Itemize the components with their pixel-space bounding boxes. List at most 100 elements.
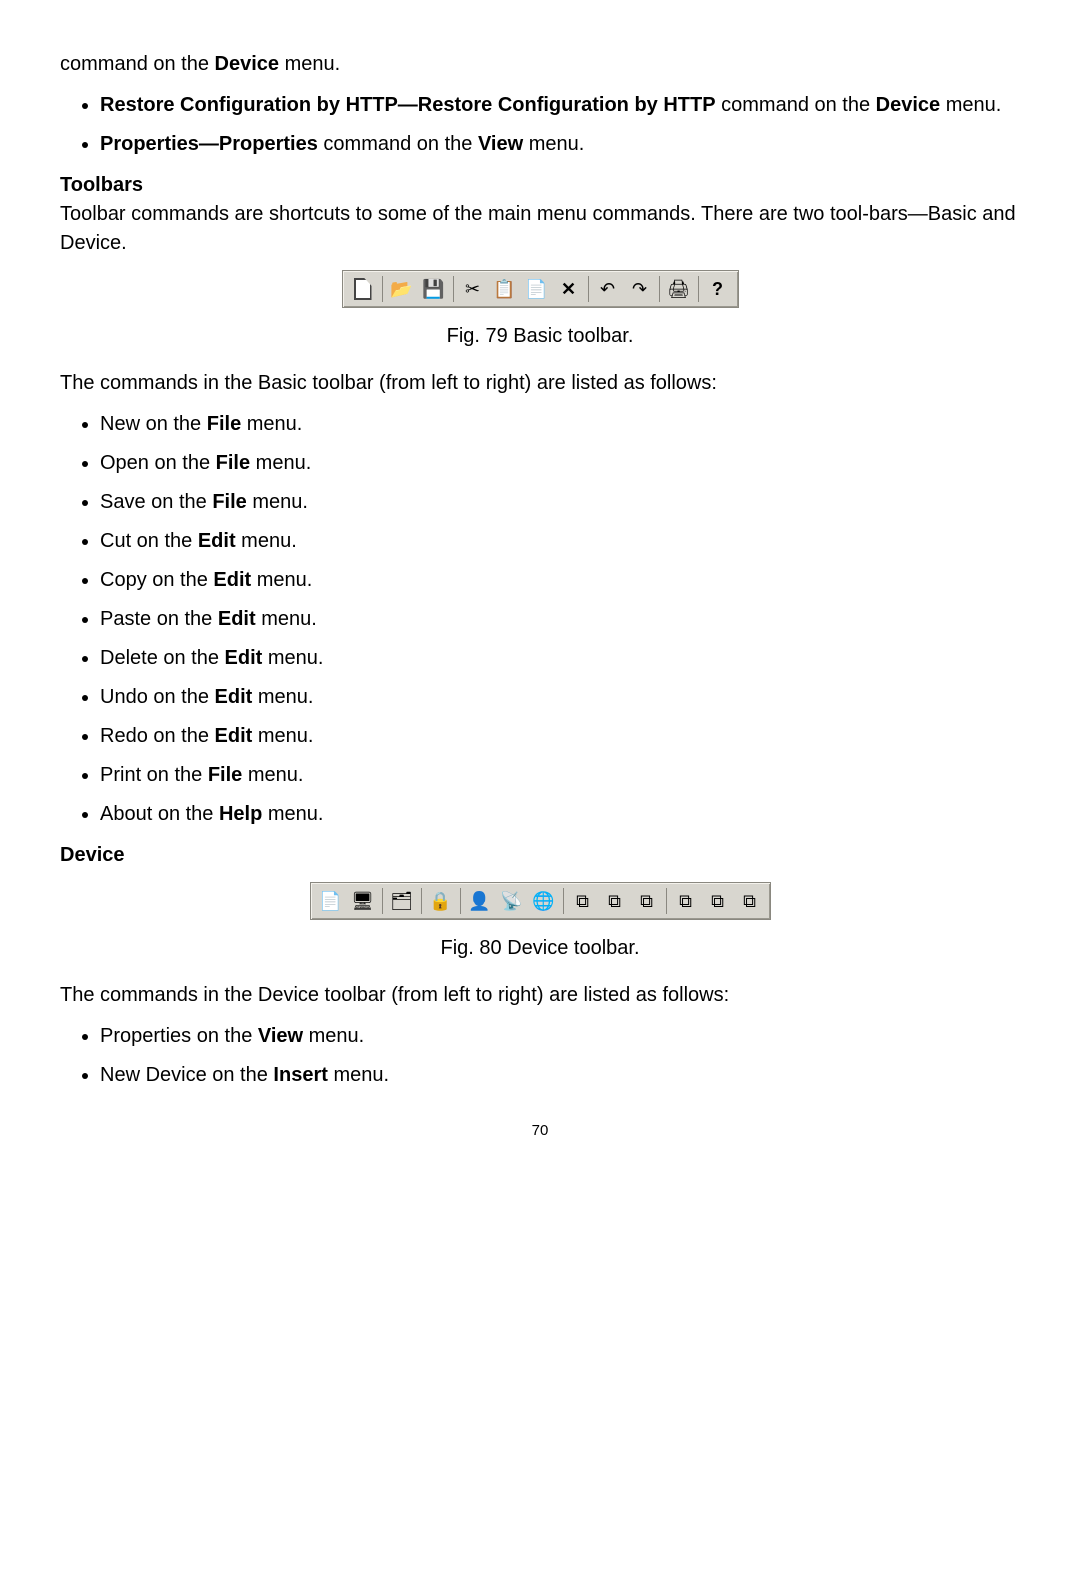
text: About on the <box>100 803 219 825</box>
text: command on the <box>716 94 876 116</box>
basic-toolbar-figure <box>60 270 1020 308</box>
separator <box>453 276 454 302</box>
device-config-icon[interactable] <box>568 886 598 916</box>
list-item: New on the File menu. <box>100 410 1020 439</box>
list-item: Redo on the Edit menu. <box>100 722 1020 751</box>
text: New on the <box>100 413 207 435</box>
basic-toolbar <box>342 270 739 308</box>
list-item: Delete on the Edit menu. <box>100 644 1020 673</box>
command-name: Properties—Properties <box>100 133 318 155</box>
text: Properties on the <box>100 1025 258 1047</box>
device-heading: Device <box>60 841 1020 870</box>
menu-name: Insert <box>273 1064 327 1086</box>
device-toolbar <box>310 882 771 920</box>
lock-icon[interactable] <box>426 886 456 916</box>
device-config-icon[interactable] <box>735 886 765 916</box>
text: Print on the <box>100 764 208 786</box>
page-number: 70 <box>60 1120 1020 1142</box>
delete-icon[interactable] <box>554 274 584 304</box>
device-toolbar-figure <box>60 882 1020 920</box>
text: Delete on the <box>100 647 225 669</box>
toolbars-intro: Toolbar commands are shortcuts to some o… <box>60 203 1016 254</box>
menu-name: Edit <box>198 530 236 552</box>
network-icon[interactable] <box>529 886 559 916</box>
connection-icon[interactable] <box>497 886 527 916</box>
text: Save on the <box>100 491 212 513</box>
menu-name: File <box>212 491 246 513</box>
list-item: Print on the File menu. <box>100 761 1020 790</box>
separator <box>698 276 699 302</box>
text: menu. <box>236 530 297 552</box>
text: menu. <box>940 94 1001 116</box>
menu-name: Edit <box>213 569 251 591</box>
text: menu. <box>256 608 317 630</box>
basic-intro: The commands in the Basic toolbar (from … <box>60 369 1020 398</box>
separator <box>382 276 383 302</box>
menu-name: Edit <box>225 647 263 669</box>
text: Undo on the <box>100 686 215 708</box>
separator <box>563 888 564 914</box>
menu-name: Edit <box>215 725 253 747</box>
text: New Device on the <box>100 1064 273 1086</box>
heading-text: Device <box>60 844 125 866</box>
list-item: Save on the File menu. <box>100 488 1020 517</box>
cut-icon[interactable] <box>458 274 488 304</box>
separator <box>588 276 589 302</box>
text: menu. <box>250 452 311 474</box>
text: Redo on the <box>100 725 215 747</box>
menu-name: Edit <box>218 608 256 630</box>
copy-icon[interactable] <box>490 274 520 304</box>
device-toolbar-list: Properties on the View menu. New Device … <box>60 1022 1020 1090</box>
figure-caption: Fig. 80 Device toolbar. <box>60 934 1020 963</box>
open-icon[interactable] <box>387 274 417 304</box>
text: command on the <box>60 53 215 75</box>
text: Copy on the <box>100 569 213 591</box>
menu-name: Device <box>876 94 941 116</box>
list-item: Cut on the Edit menu. <box>100 527 1020 556</box>
save-icon[interactable] <box>419 274 449 304</box>
help-icon[interactable] <box>703 274 733 304</box>
properties-icon[interactable] <box>316 886 346 916</box>
list-item: Copy on the Edit menu. <box>100 566 1020 595</box>
text: menu. <box>247 491 308 513</box>
separator <box>382 888 383 914</box>
text: menu. <box>252 686 313 708</box>
text: Paste on the <box>100 608 218 630</box>
menu-name: File <box>208 764 242 786</box>
toolbars-heading: Toolbars Toolbar commands are shortcuts … <box>60 171 1020 258</box>
redo-icon[interactable] <box>625 274 655 304</box>
list-item: Properties—Properties command on the Vie… <box>100 130 1020 159</box>
text: Cut on the <box>100 530 198 552</box>
command-name: Restore Configuration by HTTP—Restore Co… <box>100 94 716 116</box>
text: menu. <box>262 647 323 669</box>
user-icon[interactable] <box>465 886 495 916</box>
text: menu. <box>303 1025 364 1047</box>
device-config-icon[interactable] <box>600 886 630 916</box>
list-item: Properties on the View menu. <box>100 1022 1020 1051</box>
list-item: Restore Configuration by HTTP—Restore Co… <box>100 91 1020 120</box>
separator <box>659 276 660 302</box>
paste-icon[interactable] <box>522 274 552 304</box>
heading-text: Toolbars <box>60 174 143 196</box>
menu-name: View <box>258 1025 303 1047</box>
device-config-icon[interactable] <box>632 886 662 916</box>
new-icon[interactable] <box>348 274 378 304</box>
text: menu. <box>251 569 312 591</box>
device-config-icon[interactable] <box>703 886 733 916</box>
list-item: About on the Help menu. <box>100 800 1020 829</box>
text: Open on the <box>100 452 216 474</box>
text: menu. <box>328 1064 389 1086</box>
list-item: Paste on the Edit menu. <box>100 605 1020 634</box>
separator <box>460 888 461 914</box>
undo-icon[interactable] <box>593 274 623 304</box>
list-item: Open on the File menu. <box>100 449 1020 478</box>
text: menu. <box>279 53 340 75</box>
device-icon[interactable] <box>387 886 417 916</box>
list-item: Undo on the Edit menu. <box>100 683 1020 712</box>
list-item: New Device on the Insert menu. <box>100 1061 1020 1090</box>
figure-caption: Fig. 79 Basic toolbar. <box>60 322 1020 351</box>
new-device-icon[interactable] <box>348 886 378 916</box>
print-icon[interactable] <box>664 274 694 304</box>
menu-name: Device <box>215 53 280 75</box>
device-config-icon[interactable] <box>671 886 701 916</box>
